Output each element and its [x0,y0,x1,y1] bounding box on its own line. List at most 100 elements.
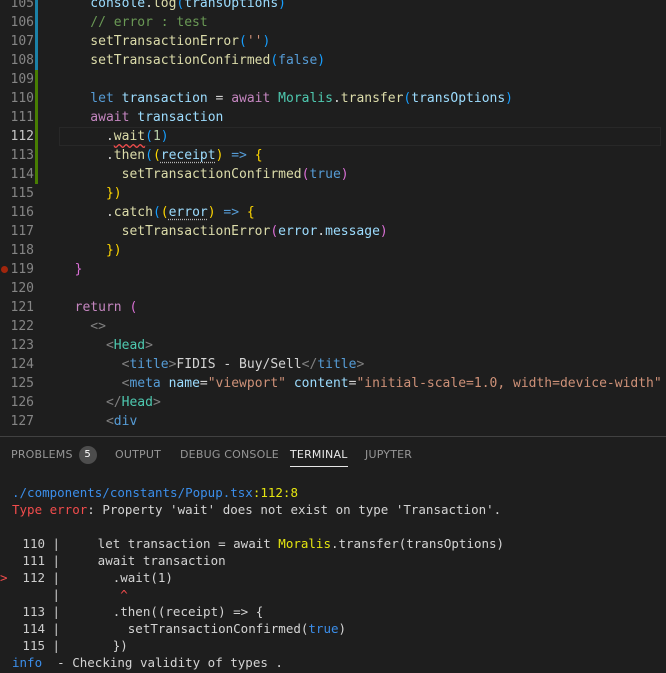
line-number: 109 [10,72,34,87]
code-text: <> [59,319,106,334]
git-change-marker[interactable] [35,51,38,70]
line-number: 125 [10,376,34,391]
tab-problems-label: PROBLEMS [11,448,73,461]
code-line[interactable]: 107 setTransactionError('') [0,32,666,51]
code-line[interactable]: 115 }) [0,184,666,203]
git-change-marker[interactable] [35,127,38,146]
line-number: 113 [10,148,34,163]
code-line[interactable]: 114 setTransactionConfirmed(true) [0,165,666,184]
code-text: setTransactionError(error.message) [59,224,388,239]
snippet-line-number: 115 [22,638,45,653]
tab-debug-console-label: DEBUG CONSOLE [180,448,279,461]
tab-jupyter[interactable]: JUPYTER [365,437,412,473]
code-line[interactable]: 122 <> [0,317,666,336]
code-line[interactable]: 113 .then((receipt) => { [0,146,666,165]
code-line[interactable]: 118 }) [0,241,666,260]
git-change-marker[interactable] [35,146,38,165]
error-line-marker: > [0,570,8,585]
error-file-path[interactable]: ./components/constants/Popup.tsx [12,485,253,500]
code-text: console.log(transOptions) [59,0,286,11]
code-line[interactable]: 117 setTransactionError(error.message) [0,222,666,241]
snippet-code: .wait(1) [67,570,173,585]
tab-terminal[interactable]: TERMINAL [290,437,348,473]
snippet-line: 111 | await transaction [12,552,226,569]
snippet-code: }) [67,638,128,653]
line-number: 126 [10,395,34,410]
code-line[interactable]: 112 .wait(1) [0,127,666,146]
code-text: setTransactionConfirmed(false) [59,53,326,68]
code-text: let transaction = await Moralis.transfer… [59,91,513,106]
code-line[interactable]: 121 return ( [0,298,666,317]
code-text: <Head> [59,338,153,353]
tab-debug-console[interactable]: DEBUG CONSOLE [180,437,279,473]
git-change-marker[interactable] [35,70,38,89]
code-text: await transaction [59,110,224,125]
code-line[interactable]: 124 <title>FIDIS - Buy/Sell</title> [0,355,666,374]
code-line[interactable]: 116 .catch((error) => { [0,203,666,222]
line-number: 110 [10,91,34,106]
git-change-marker[interactable] [35,165,38,184]
code-line[interactable]: 123 <Head> [0,336,666,355]
code-line[interactable]: 108 setTransactionConfirmed(false) [0,51,666,70]
code-text: .then((receipt) => { [59,148,263,163]
git-change-marker[interactable] [35,13,38,32]
snippet-line-number: 111 [22,553,45,568]
code-text: return ( [59,300,138,315]
line-number: 116 [10,205,34,220]
line-number: 121 [10,300,34,315]
code-line[interactable]: 105 console.log(transOptions) [0,0,666,13]
snippet-line-number: 113 [22,604,45,619]
info-label: info [12,655,43,670]
snippet-line-number: 110 [22,536,45,551]
code-line[interactable]: 127 <div [0,412,666,431]
info-text: - Checking validity of types . [42,655,283,670]
line-number: 112 [10,129,34,144]
code-line[interactable]: 110 let transaction = await Moralis.tran… [0,89,666,108]
line-number: 118 [10,243,34,258]
git-change-marker[interactable] [35,89,38,108]
error-label: Type error [12,502,88,517]
code-line[interactable]: 126 </Head> [0,393,666,412]
line-number: 127 [10,414,34,429]
snippet-code: setTransactionConfirmed( [67,621,309,636]
code-text: </Head> [59,395,161,410]
snippet-line: 113 | .then((receipt) => { [12,603,263,620]
line-number: 111 [10,110,34,125]
snippet-class: Moralis [278,536,331,551]
git-change-marker[interactable] [35,32,38,51]
line-number: 117 [10,224,34,239]
code-text: setTransactionError('') [59,34,271,49]
code-line[interactable]: 106 // error : test [0,13,666,32]
code-line[interactable]: 120 [0,279,666,298]
code-line[interactable]: 119 } [0,260,666,279]
code-line[interactable]: 109 [0,70,666,89]
code-line[interactable]: 111 await transaction [0,108,666,127]
terminal-output[interactable]: ./components/constants/Popup.tsx:112:8 T… [0,473,666,673]
code-text: }) [59,243,122,258]
error-caret: ^ [67,587,128,602]
code-text: } [59,262,83,277]
tab-output[interactable]: OUTPUT [115,437,161,473]
snippet-line-number: 114 [22,621,45,636]
tab-problems[interactable]: PROBLEMS 5 [11,437,97,473]
code-text: .catch((error) => { [59,205,255,220]
code-text: <div [59,414,138,429]
code-line[interactable]: 125 <meta name="viewport" content="initi… [0,374,666,393]
snippet-line-error: >112 | .wait(1) [0,570,173,585]
code-text: setTransactionConfirmed(true) [59,167,349,182]
error-location: ./components/constants/Popup.tsx:112:8 [12,484,298,501]
line-number: 114 [10,167,34,182]
snippet-line: 110 | let transaction = await Moralis.tr… [12,535,504,552]
code-editor[interactable]: 105 console.log(transOptions) 106 // erro… [0,0,666,436]
problems-count-badge: 5 [78,446,97,464]
snippet-code: await transaction [67,553,226,568]
git-change-marker[interactable] [35,0,38,13]
tab-jupyter-label: JUPYTER [365,448,413,461]
tab-terminal-label: TERMINAL [290,448,348,461]
line-number: 106 [10,15,34,30]
code-text: <meta name="viewport" content="initial-s… [59,376,662,391]
git-change-marker[interactable] [35,108,38,127]
snippet-keyword: true [308,621,339,636]
snippet-line: 115 | }) [12,637,128,654]
code-text: .wait(1) [59,129,169,144]
